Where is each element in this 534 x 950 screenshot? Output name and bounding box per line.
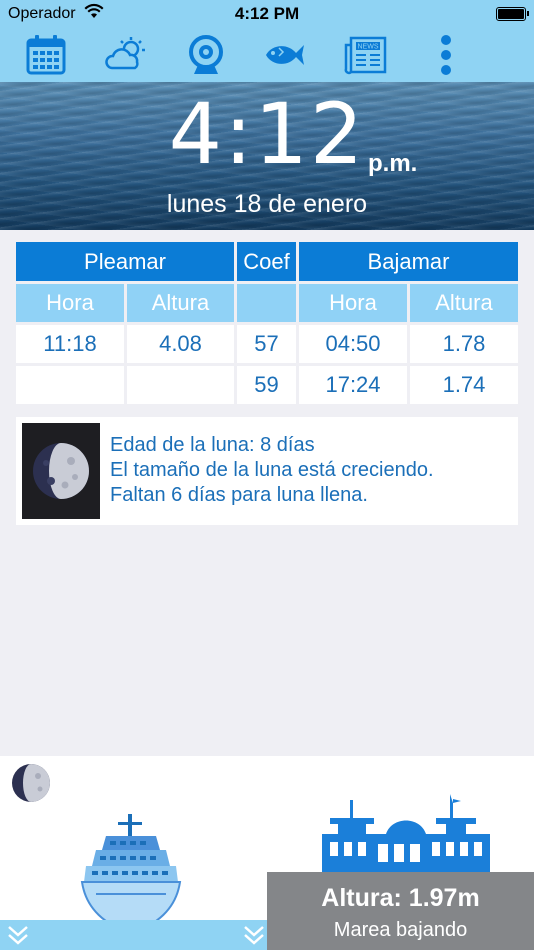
current-height-box: Altura: 1.97m Marea bajando — [267, 872, 534, 950]
low-time-cell: 04:50 — [299, 325, 407, 363]
coef-cell: 59 — [237, 366, 296, 404]
high-height-cell — [127, 366, 234, 404]
moon-text: Edad de la luna: 8 días El tamaño de la … — [110, 433, 434, 508]
battery-icon — [496, 7, 529, 21]
clock-ampm: p.m. — [368, 150, 418, 177]
bajamar-altura-header: Altura — [410, 284, 518, 322]
building-icon[interactable] — [316, 794, 496, 879]
moon-phase-icon — [22, 423, 100, 519]
moon-full-countdown: Faltan 6 días para luna llena. — [110, 484, 368, 506]
current-height: Altura: 1.97m — [321, 884, 480, 912]
coef-header: Coef — [237, 242, 296, 281]
calendar-icon[interactable] — [24, 34, 68, 76]
low-height-cell: 1.74 — [410, 366, 518, 404]
chevron-down-left-icon[interactable] — [6, 924, 30, 950]
moon-growth: El tamaño de la luna está creciendo. — [110, 459, 434, 481]
fish-icon[interactable] — [262, 34, 306, 76]
pleamar-altura-header: Altura — [127, 284, 234, 322]
news-icon-label: NEWS — [358, 44, 379, 51]
toolbar: NEWS — [0, 28, 534, 82]
high-time-cell — [16, 366, 124, 404]
webcam-icon[interactable] — [184, 34, 228, 76]
low-time-cell: 17:24 — [299, 366, 407, 404]
moon-info-card: Edad de la luna: 8 días El tamaño de la … — [16, 417, 518, 525]
low-height-cell: 1.78 — [410, 325, 518, 363]
pleamar-hora-header: Hora — [16, 284, 124, 322]
pleamar-header: Pleamar — [16, 242, 234, 281]
clock-time: 4:12 — [168, 85, 366, 183]
bajamar-hora-header: Hora — [299, 284, 407, 322]
status-bar: Operador 4:12 PM — [0, 0, 534, 28]
bajamar-header: Bajamar — [299, 242, 518, 281]
moon-small-icon — [10, 762, 52, 809]
coef-cell: 57 — [237, 325, 296, 363]
moon-age: Edad de la luna: 8 días — [110, 434, 315, 456]
weather-icon[interactable] — [104, 34, 148, 76]
coef-subheader — [237, 284, 296, 322]
status-time: 4:12 PM — [234, 4, 300, 23]
high-time-cell: 11:18 — [16, 325, 124, 363]
high-height-cell: 4.08 — [127, 325, 234, 363]
more-icon[interactable] — [424, 34, 468, 76]
clock-date: lunes 18 de enero — [166, 190, 368, 218]
clock-header: 4:12 p.m. lunes 18 de enero — [0, 82, 534, 230]
tide-trend: Marea bajando — [333, 919, 468, 941]
chevron-down-right-icon[interactable] — [242, 924, 266, 950]
news-icon[interactable]: NEWS — [344, 34, 388, 76]
